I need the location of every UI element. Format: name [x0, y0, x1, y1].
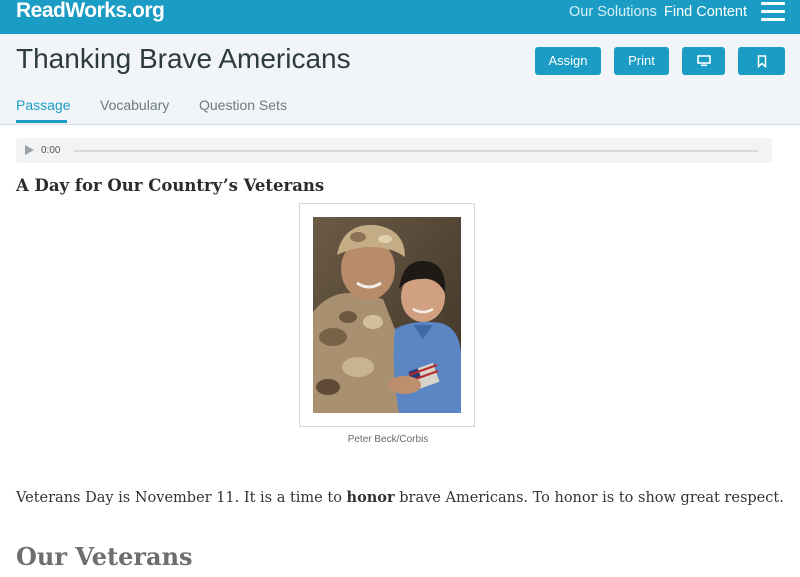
tab-question-sets[interactable]: Question Sets	[199, 97, 287, 113]
audio-progress-track[interactable]	[74, 150, 758, 152]
vocab-word-honor[interactable]: honor	[347, 489, 395, 506]
paragraph-1-before: Veterans Day is November 11. It is a tim…	[16, 490, 347, 506]
image-caption: Peter Beck/Corbis	[347, 434, 429, 445]
nav-find-content[interactable]: Find Content	[664, 4, 747, 20]
print-button[interactable]: Print	[614, 47, 669, 75]
nav-our-solutions[interactable]: Our Solutions	[569, 4, 657, 20]
title-bar: Thanking Brave Americans Assign Print Pa…	[0, 34, 800, 125]
audio-time: 0:00	[41, 145, 61, 156]
top-nav: ReadWorks.org Our Solutions Find Content	[0, 0, 800, 34]
paragraph-1: Veterans Day is November 11. It is a tim…	[16, 489, 784, 506]
present-button[interactable]	[682, 47, 725, 75]
hamburger-icon[interactable]	[761, 2, 785, 22]
paragraph-1-after: brave Americans. To honor is to show gre…	[394, 490, 784, 506]
tab-passage[interactable]: Passage	[16, 97, 70, 113]
veteran-with-child-photo	[313, 217, 461, 413]
monitor-icon	[696, 55, 711, 67]
page-title: Thanking Brave Americans	[16, 43, 351, 74]
audio-player: 0:00	[16, 138, 772, 163]
tab-vocabulary[interactable]: Vocabulary	[100, 97, 169, 113]
active-tab-indicator	[16, 120, 67, 123]
article-heading: A Day for Our Country’s Veterans	[16, 176, 325, 195]
assign-button[interactable]: Assign	[535, 47, 601, 75]
play-icon[interactable]	[25, 145, 34, 155]
bookmark-icon	[757, 55, 766, 69]
article-image-frame	[299, 203, 475, 427]
section-heading-our-veterans: Our Veterans	[16, 542, 193, 571]
readworks-logo[interactable]: ReadWorks.org	[16, 0, 165, 24]
bookmark-button[interactable]	[738, 47, 785, 75]
